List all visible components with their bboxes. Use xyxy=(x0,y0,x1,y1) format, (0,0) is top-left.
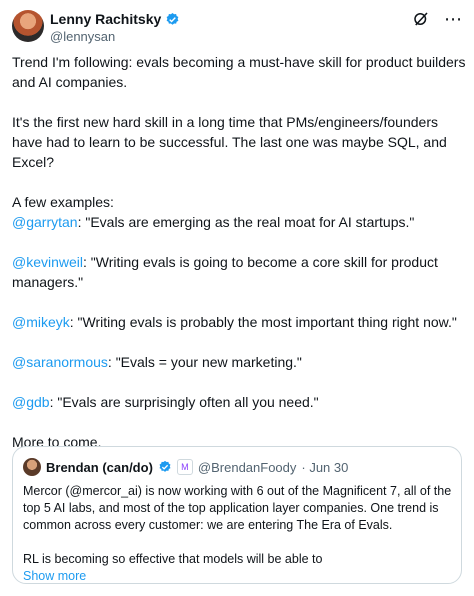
author-handle[interactable]: @lennysan xyxy=(50,29,115,44)
body-paragraph: A few examples: xyxy=(12,194,114,210)
tweet-actions: ⋯ xyxy=(412,10,462,28)
author-name-row: Lenny Rachitsky xyxy=(50,11,180,27)
quoted-avatar[interactable] xyxy=(23,458,41,476)
mention-link[interactable]: @mikeyk xyxy=(12,314,70,330)
tweet: Lenny Rachitsky @lennysan ⋯ Trend I'm fo… xyxy=(0,0,474,596)
quoted-paragraph: Mercor (@mercor_ai) is now working with … xyxy=(23,484,452,532)
grok-icon[interactable] xyxy=(412,10,430,28)
quote-text: : "Evals are surprisingly often all you … xyxy=(49,394,319,410)
more-icon[interactable]: ⋯ xyxy=(444,10,462,28)
tweet-body: Trend I'm following: evals becoming a mu… xyxy=(12,52,466,452)
quoted-date[interactable]: · Jun 30 xyxy=(301,460,348,475)
quote-line: @gdb: "Evals are surprisingly often all … xyxy=(12,392,466,412)
quote-text: : "Evals = your new marketing." xyxy=(107,354,302,370)
author-name[interactable]: Lenny Rachitsky xyxy=(50,11,161,27)
quote-line: @garrytan: "Evals are emerging as the re… xyxy=(12,212,466,232)
quoted-handle[interactable]: @BrendanFoody xyxy=(198,460,296,475)
affiliate-logo-icon[interactable]: M xyxy=(176,459,193,475)
quoted-paragraph: RL is becoming so effective that models … xyxy=(23,552,323,566)
quoted-header: Brendan (can/do) M @BrendanFoody · Jun 3… xyxy=(23,458,348,476)
verified-badge-icon xyxy=(159,460,171,472)
body-paragraph: Trend I'm following: evals becoming a mu… xyxy=(12,54,466,90)
show-more-link[interactable]: Show more xyxy=(23,568,453,585)
quote-line: @mikeyk: "Writing evals is probably the … xyxy=(12,312,466,332)
mention-link[interactable]: @kevinweil xyxy=(12,254,83,270)
tweet-header: Lenny Rachitsky @lennysan ⋯ xyxy=(12,10,462,54)
quoted-author-name[interactable]: Brendan (can/do) xyxy=(46,460,153,475)
body-paragraph: It's the first new hard skill in a long … xyxy=(12,114,447,170)
quote-line: @kevinweil: "Writing evals is going to b… xyxy=(12,252,466,292)
quote-line: @saranormous: "Evals = your new marketin… xyxy=(12,352,466,372)
author-avatar[interactable] xyxy=(12,10,44,42)
mention-link[interactable]: @saranormous xyxy=(12,354,108,370)
verified-badge-icon xyxy=(166,12,179,25)
quote-text: : "Writing evals is probably the most im… xyxy=(69,314,457,330)
quoted-tweet[interactable]: Brendan (can/do) M @BrendanFoody · Jun 3… xyxy=(12,446,462,584)
mention-link[interactable]: @gdb xyxy=(12,394,50,410)
mention-link[interactable]: @garrytan xyxy=(12,214,78,230)
quote-text: : "Evals are emerging as the real moat f… xyxy=(77,214,415,230)
quoted-body: Mercor (@mercor_ai) is now working with … xyxy=(23,483,453,585)
